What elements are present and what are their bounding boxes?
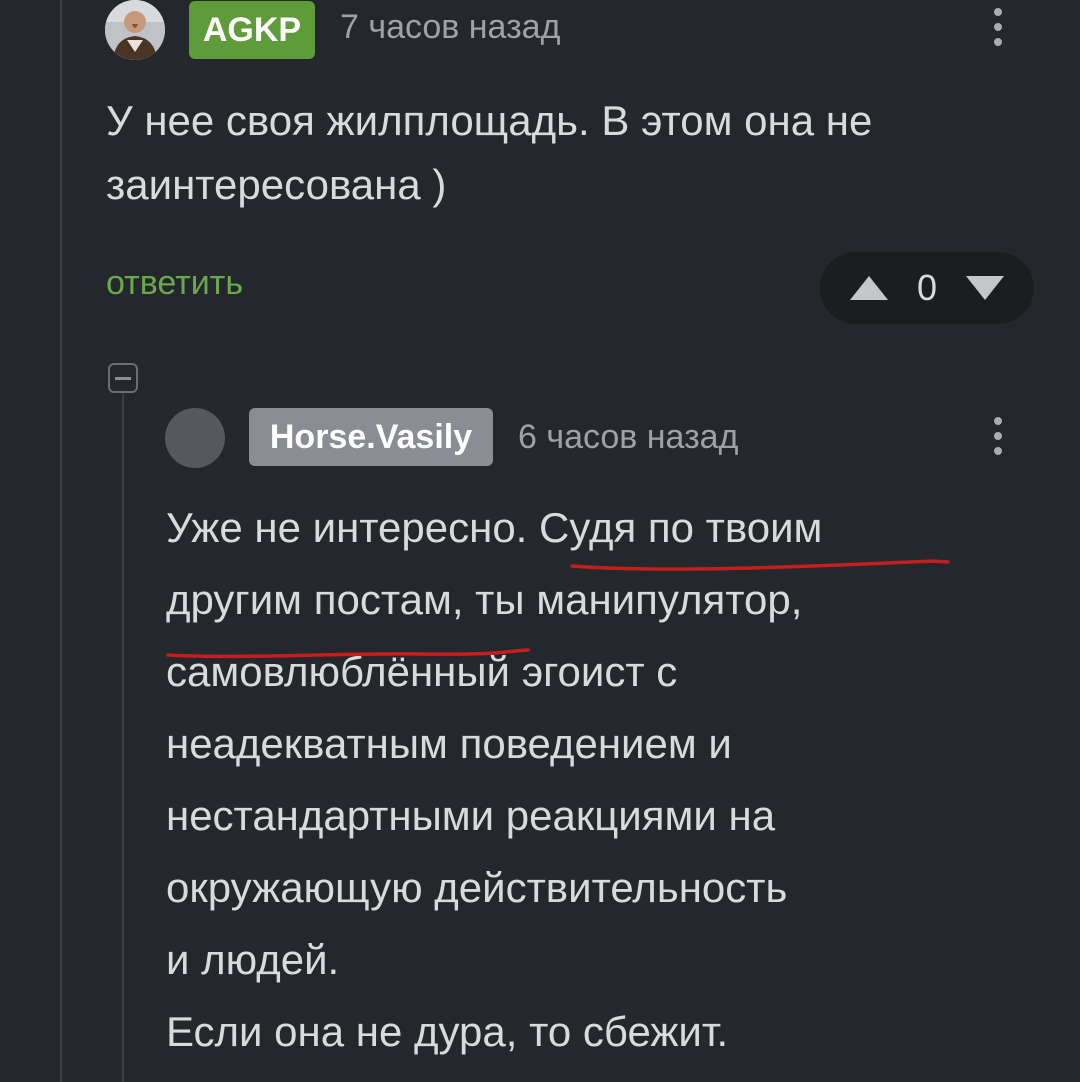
upvote-icon[interactable] xyxy=(848,274,890,302)
comment-line: неадекватным поведением и xyxy=(166,720,732,767)
comment-line: заинтересована ) xyxy=(106,161,447,208)
comment-line: Если она не дура, то сбежит. xyxy=(166,1008,729,1055)
comment-timestamp: 7 часов назад xyxy=(340,8,561,46)
comment-line: нестандартными реакциями на xyxy=(166,792,776,839)
username-badge[interactable]: Horse.Vasily xyxy=(249,408,493,466)
comment-timestamp: 6 часов назад xyxy=(518,418,739,456)
downvote-icon[interactable] xyxy=(964,274,1006,302)
thread-line-inner xyxy=(122,392,124,1082)
minus-icon xyxy=(115,376,131,380)
vote-widget: 0 xyxy=(820,252,1034,324)
more-options-icon[interactable] xyxy=(991,417,1005,455)
comment-line: У нее своя жилплощадь. В этом она не xyxy=(106,97,873,144)
comment-line: и людей. xyxy=(166,936,340,983)
collapse-thread-button[interactable] xyxy=(108,363,138,393)
user-photo-icon xyxy=(105,0,165,60)
comment-line: Уже не интересно. Судя по твоим xyxy=(166,504,823,551)
rating-count: 0 xyxy=(916,267,938,308)
more-options-icon[interactable] xyxy=(991,8,1005,46)
thread-line-outer xyxy=(60,0,62,1082)
comment-text: Уже не интересно. Судя по твоим другим п… xyxy=(166,492,822,1068)
comment-line: окружающую действительность xyxy=(166,864,788,911)
comment-text: У нее своя жилплощадь. В этом она не заи… xyxy=(106,89,872,217)
username-badge[interactable]: AGKP xyxy=(189,1,315,59)
avatar[interactable] xyxy=(105,0,165,60)
comment-line: самовлюблённый эгоист с xyxy=(166,648,678,695)
comment-line: другим постам, ты манипулятор, xyxy=(166,576,803,623)
avatar[interactable] xyxy=(165,408,225,468)
reply-link[interactable]: ответить xyxy=(106,264,243,303)
